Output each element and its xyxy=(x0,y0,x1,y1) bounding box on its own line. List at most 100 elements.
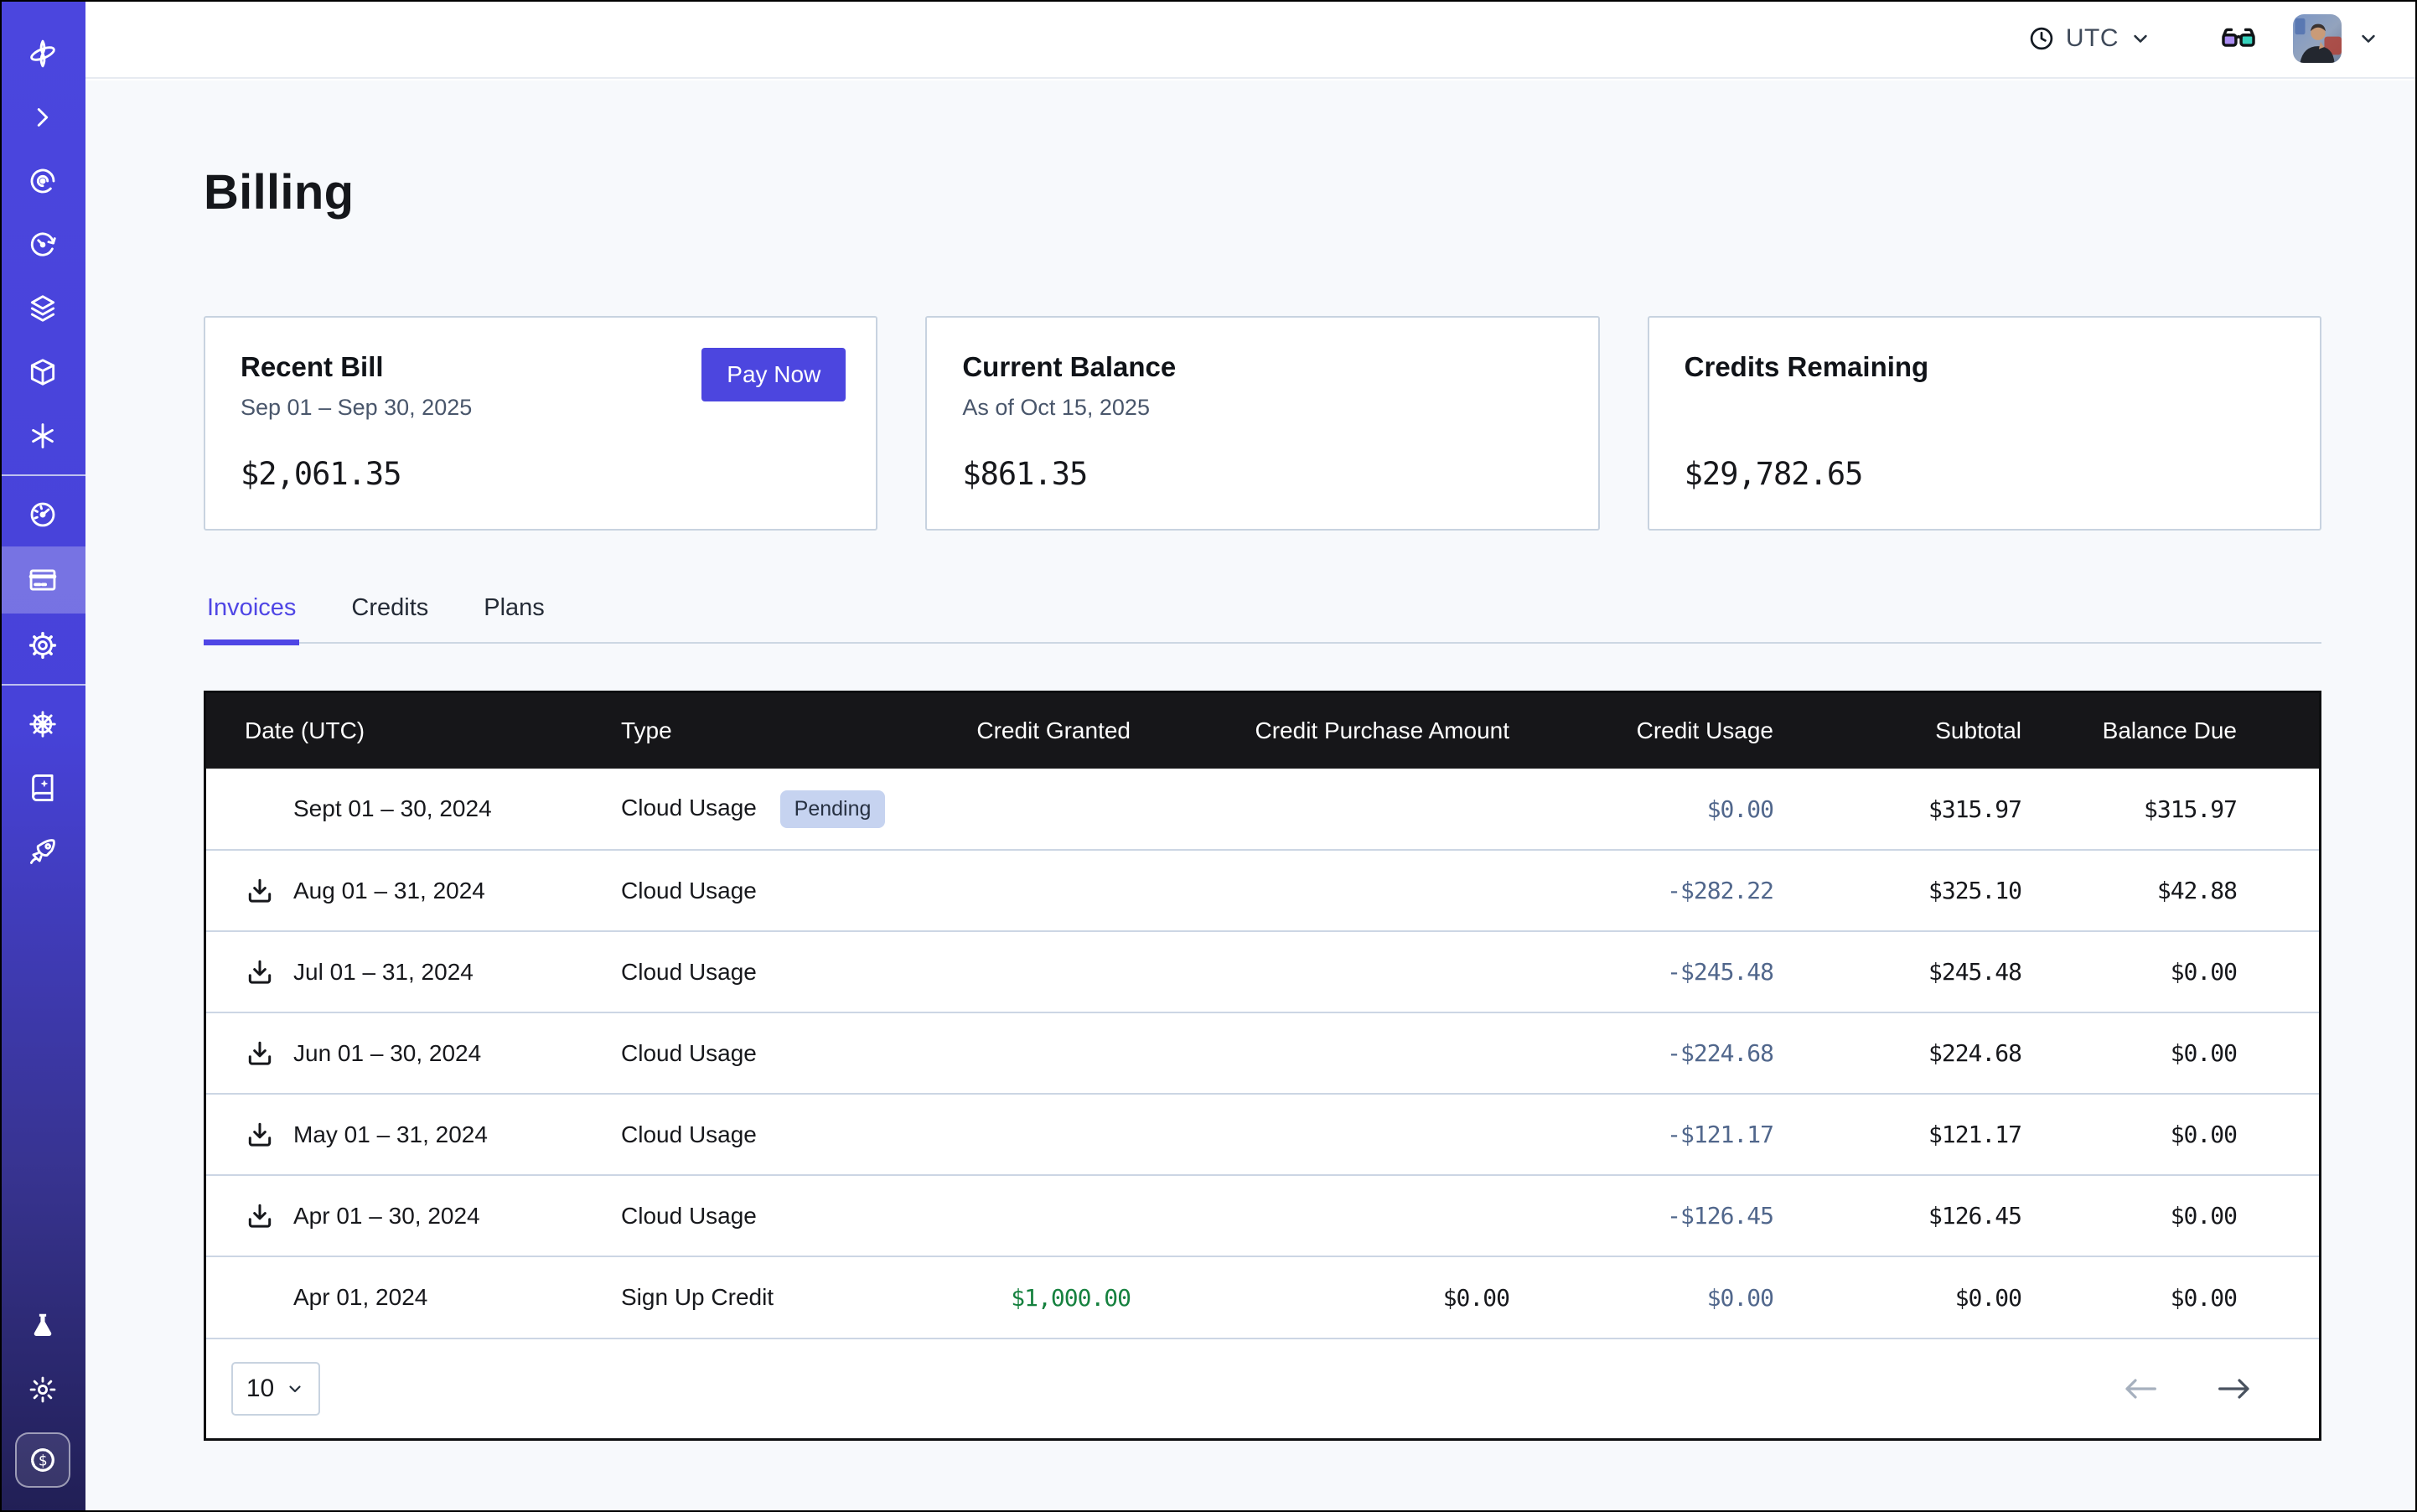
invoice-type: Cloud Usage xyxy=(621,878,757,904)
credits-remaining-card: Credits Remaining $29,782.65 xyxy=(1648,316,2321,531)
invoice-date-cell: Aug 01 – 31, 2024 xyxy=(206,850,604,931)
sidebar-divider xyxy=(0,474,85,476)
table-row: Apr 01, 2024 Sign Up Credit $1,000.00 $0… xyxy=(206,1256,2319,1338)
invoice-date: Apr 01, 2024 xyxy=(293,1284,427,1311)
chevron-right-icon xyxy=(27,101,59,133)
table-row: May 01 – 31, 2024 Cloud Usage -$121.17 $… xyxy=(206,1094,2319,1175)
credit-usage-cell: -$245.48 xyxy=(1546,931,1810,1012)
theme-sun-icon xyxy=(27,1374,59,1406)
column-header-credit-usage: Credit Usage xyxy=(1546,693,1810,769)
download-icon xyxy=(245,1201,275,1231)
download-invoice-button[interactable] xyxy=(245,1038,275,1069)
sidebar-item-services[interactable] xyxy=(0,404,85,468)
page-size-value: 10 xyxy=(246,1375,274,1403)
credit-granted-cell xyxy=(906,769,1167,850)
tab-credits[interactable]: Credits xyxy=(348,594,432,642)
credit-granted-cell xyxy=(906,850,1167,931)
download-invoice-button[interactable] xyxy=(245,1201,275,1231)
pay-now-button[interactable]: Pay Now xyxy=(701,348,846,401)
sidebar-item-containers[interactable] xyxy=(0,340,85,404)
sidebar-item-getting-started[interactable] xyxy=(0,820,85,883)
chevron-down-icon xyxy=(2129,27,2152,50)
recent-bill-amount: $2,061.35 xyxy=(241,456,401,492)
download-invoice-button[interactable] xyxy=(245,1120,275,1150)
invoice-type-cell: Cloud Usage xyxy=(604,1094,906,1175)
invoices-table: Date (UTC) Type Credit Granted Credit Pu… xyxy=(204,691,2321,1441)
invoice-type-cell: Sign Up Credit xyxy=(604,1256,906,1338)
tab-invoices[interactable]: Invoices xyxy=(204,594,299,642)
sidebar-item-docs[interactable] xyxy=(0,756,85,820)
invoice-type: Cloud Usage xyxy=(621,959,757,985)
invoice-date-cell: Apr 01, 2024 xyxy=(206,1256,604,1338)
table-row: Jul 01 – 31, 2024 Cloud Usage -$245.48 $… xyxy=(206,931,2319,1012)
sidebar-item-labs[interactable] xyxy=(0,1294,85,1358)
timezone-selector[interactable]: UTC xyxy=(2027,24,2152,53)
asterisk-icon xyxy=(27,420,59,452)
download-invoice-button[interactable] xyxy=(245,957,275,987)
invoice-date-cell: Jul 01 – 31, 2024 xyxy=(206,931,604,1012)
download-invoice-button[interactable] xyxy=(245,876,275,906)
sidebar-item-credits[interactable]: $ xyxy=(0,1421,85,1499)
credit-granted-cell: $1,000.00 xyxy=(906,1256,1167,1338)
invoice-date: Sept 01 – 30, 2024 xyxy=(293,795,492,822)
credit-purchase-cell xyxy=(1167,1012,1546,1094)
next-page-button[interactable] xyxy=(2215,1375,2254,1402)
credit-purchase-cell: $0.00 xyxy=(1167,1256,1546,1338)
invoice-date-cell: Sept 01 – 30, 2024 xyxy=(206,769,604,850)
subtotal-cell: $126.45 xyxy=(1810,1175,2058,1256)
credit-usage-cell: -$126.45 xyxy=(1546,1175,1810,1256)
credit-purchase-cell xyxy=(1167,1175,1546,1256)
credit-granted-cell xyxy=(906,931,1167,1012)
page-title: Billing xyxy=(204,164,2321,220)
sidebar-item-history[interactable] xyxy=(0,213,85,277)
balance-due-cell: $0.00 xyxy=(2058,931,2319,1012)
user-menu-chevron-icon[interactable] xyxy=(2357,27,2380,50)
download-icon xyxy=(245,1120,275,1150)
sidebar-item-settings[interactable] xyxy=(0,614,85,677)
credit-granted-cell xyxy=(906,1012,1167,1094)
table-row: Aug 01 – 31, 2024 Cloud Usage -$282.22 $… xyxy=(206,850,2319,931)
docs-book-sparkle-icon xyxy=(27,772,59,804)
sidebar-divider xyxy=(0,684,85,686)
sidebar-item-billing[interactable] xyxy=(0,546,85,614)
subtotal-cell: $325.10 xyxy=(1810,850,2058,931)
sidebar-item-usage[interactable] xyxy=(0,483,85,546)
user-avatar[interactable] xyxy=(2293,14,2342,63)
column-header-credit-granted: Credit Granted xyxy=(906,693,1167,769)
tab-plans[interactable]: Plans xyxy=(480,594,548,642)
invoice-type: Cloud Usage xyxy=(621,795,757,821)
sidebar-item-expand[interactable] xyxy=(0,85,85,149)
invoice-type-cell: Cloud Usage xyxy=(604,850,906,931)
download-icon xyxy=(245,876,275,906)
billing-tabs: Invoices Credits Plans xyxy=(204,594,2321,644)
invoice-type: Cloud Usage xyxy=(621,1040,757,1066)
table-row: Sept 01 – 30, 2024 Cloud Usage Pending $… xyxy=(206,769,2319,850)
status-badge: Pending xyxy=(780,790,886,828)
credit-usage-cell: $0.00 xyxy=(1546,769,1810,850)
column-header-credit-purchase: Credit Purchase Amount xyxy=(1167,693,1546,769)
helm-wheel-icon xyxy=(27,708,59,740)
labs-flask-icon xyxy=(27,1310,59,1342)
current-balance-card: Current Balance As of Oct 15, 2025 $861.… xyxy=(925,316,1599,531)
sidebar: $ xyxy=(0,0,85,1512)
sidebar-item-theme[interactable] xyxy=(0,1358,85,1421)
previous-page-button[interactable] xyxy=(2121,1375,2160,1402)
pagination-arrows xyxy=(2121,1375,2254,1402)
sidebar-item-observability[interactable] xyxy=(0,149,85,213)
chevron-down-icon xyxy=(285,1379,305,1399)
balance-due-cell: $0.00 xyxy=(2058,1094,2319,1175)
sidebar-item-fleet[interactable] xyxy=(0,692,85,756)
page-size-select[interactable]: 10 xyxy=(231,1362,320,1416)
invoice-date-cell: Apr 01 – 30, 2024 xyxy=(206,1175,604,1256)
glasses-icon[interactable] xyxy=(2219,19,2258,58)
svg-text:$: $ xyxy=(39,1452,48,1469)
clock-icon xyxy=(2027,24,2056,53)
observability-spiral-icon xyxy=(27,165,59,197)
invoice-type-cell: Cloud Usage xyxy=(604,1175,906,1256)
credit-purchase-cell xyxy=(1167,1094,1546,1175)
sidebar-item-layers[interactable] xyxy=(0,277,85,340)
table-header: Date (UTC) Type Credit Granted Credit Pu… xyxy=(206,693,2319,769)
table-row: Jun 01 – 30, 2024 Cloud Usage -$224.68 $… xyxy=(206,1012,2319,1094)
timezone-label: UTC xyxy=(2066,24,2119,53)
topbar: UTC xyxy=(85,0,2417,79)
